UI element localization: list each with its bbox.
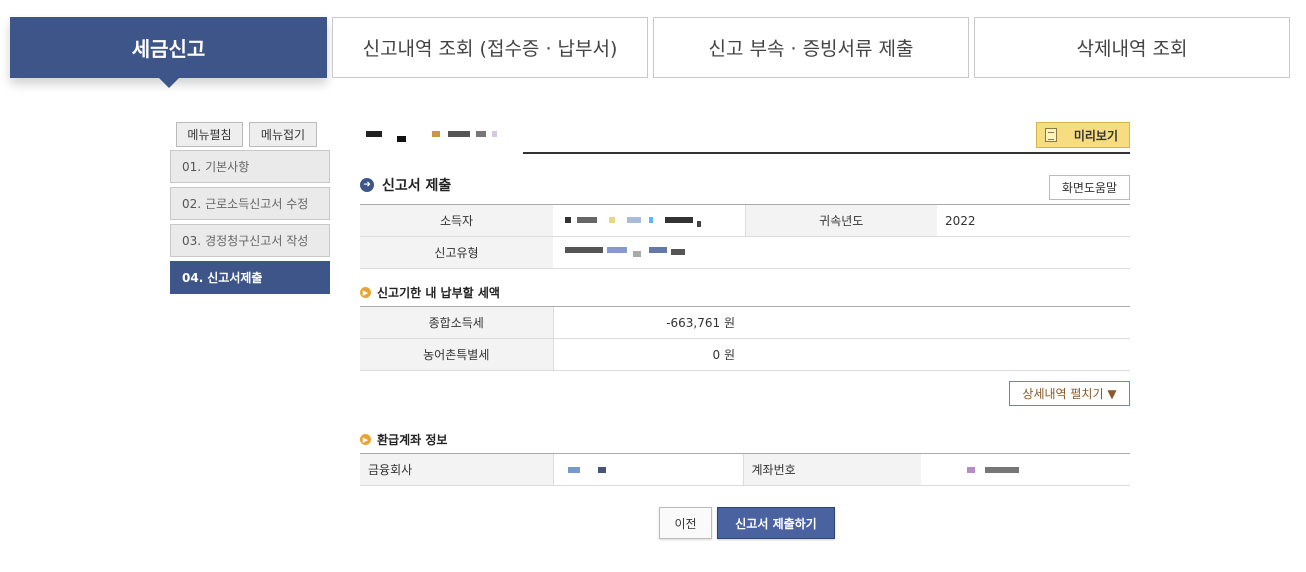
tax-amount-table: 종합소득세 -663,761 원 농어촌특별세 0 원	[360, 306, 1130, 371]
table-row: 농어촌특별세 0 원	[360, 338, 1130, 371]
menu-expand-label: 메뉴펼침	[187, 128, 232, 142]
tab-supporting-documents[interactable]: 신고 부속 · 증빙서류 제출	[653, 17, 969, 78]
document-icon	[1045, 128, 1057, 142]
preview-label: 미리보기	[1073, 128, 1118, 143]
section-title-text: 신고기한 내 납부할 세액	[377, 286, 500, 300]
menu-collapse-button[interactable]: 메뉴접기	[249, 122, 317, 147]
table-row: 종합소득세 -663,761 원	[360, 306, 1130, 339]
previous-label: 이전	[674, 516, 697, 531]
step-label: 기본사항	[205, 160, 250, 174]
empty-cell	[743, 338, 1130, 371]
bullet-icon: ▶	[360, 287, 371, 298]
submission-info-table: 소득자 귀속년도 2022 신고유형	[360, 204, 1130, 269]
step-basic-info[interactable]: 01. 기본사항	[170, 150, 330, 183]
arrow-circle-icon: ➜	[360, 178, 374, 192]
menu-collapse-label: 메뉴접기	[260, 128, 306, 142]
expand-details-label: 상세내역 펼치기 ▼	[1022, 387, 1117, 401]
step-number: 03.	[182, 233, 202, 248]
year-label: 귀속년도	[744, 204, 937, 237]
empty-cell	[743, 306, 1130, 339]
year-value: 2022	[937, 204, 1130, 237]
income-tax-label: 종합소득세	[360, 306, 553, 339]
tab-label: 신고내역 조회 (접수증 · 납부서)	[362, 38, 618, 60]
section-title-text: 신고서 제출	[382, 178, 452, 194]
help-button[interactable]: 화면도움말	[1049, 175, 1130, 200]
submission-section-title: ➜ 신고서 제출	[360, 175, 451, 195]
bullet-icon: ▶	[360, 434, 371, 445]
income-earner-label: 소득자	[360, 204, 553, 237]
tab-label: 삭제내역 조회	[1076, 38, 1188, 60]
step-number: 02.	[182, 196, 202, 211]
filing-type-value-redacted	[553, 236, 1130, 269]
submit-return-button[interactable]: 신고서 제출하기	[717, 507, 835, 539]
section-title-text: 환급계좌 정보	[377, 433, 448, 447]
table-row: 소득자 귀속년도 2022	[360, 204, 1130, 237]
refund-account-table: 금융회사 계좌번호	[360, 453, 1130, 486]
step-number: 01.	[182, 159, 202, 174]
income-earner-value-redacted	[553, 204, 745, 237]
help-label: 화면도움말	[1061, 181, 1118, 195]
step-label: 근로소득신고서 수정	[205, 197, 309, 211]
step-number: 04.	[182, 270, 204, 285]
tab-label: 신고 부속 · 증빙서류 제출	[708, 38, 914, 60]
account-value-redacted	[921, 453, 1130, 486]
table-row: 금융회사 계좌번호	[360, 453, 1130, 486]
step-label: 신고서제출	[207, 271, 263, 285]
rural-tax-value: 0 원	[552, 338, 743, 371]
tab-deleted-history[interactable]: 삭제내역 조회	[974, 17, 1290, 78]
refund-section-title: ▶ 환급계좌 정보	[360, 431, 447, 448]
account-label: 계좌번호	[742, 453, 921, 486]
active-tab-pointer	[159, 78, 179, 88]
tax-section-title: ▶ 신고기한 내 납부할 세액	[360, 284, 500, 301]
expand-details-button[interactable]: 상세내역 펼치기 ▼	[1009, 381, 1130, 406]
rural-tax-label: 농어촌특별세	[360, 338, 553, 371]
filing-type-label: 신고유형	[360, 236, 553, 269]
bank-value-redacted	[552, 453, 743, 486]
income-tax-value: -663,761 원	[552, 306, 743, 339]
previous-button[interactable]: 이전	[659, 507, 712, 539]
table-row: 신고유형	[360, 236, 1130, 269]
step-amended-claim[interactable]: 03. 경정청구신고서 작성	[170, 224, 330, 257]
tab-tax-filing[interactable]: 세금신고	[10, 17, 327, 78]
submit-label: 신고서 제출하기	[735, 516, 817, 531]
step-edit-return[interactable]: 02. 근로소득신고서 수정	[170, 187, 330, 220]
preview-button[interactable]: 미리보기	[1036, 122, 1130, 148]
menu-expand-button[interactable]: 메뉴펼침	[176, 122, 243, 147]
step-label: 경정청구신고서 작성	[205, 234, 309, 248]
bank-label: 금융회사	[360, 453, 553, 486]
tab-label: 세금신고	[131, 37, 206, 61]
header-divider	[523, 152, 1130, 154]
tab-filing-history[interactable]: 신고내역 조회 (접수증 · 납부서)	[332, 17, 648, 78]
step-submit-return[interactable]: 04. 신고서제출	[170, 261, 330, 294]
